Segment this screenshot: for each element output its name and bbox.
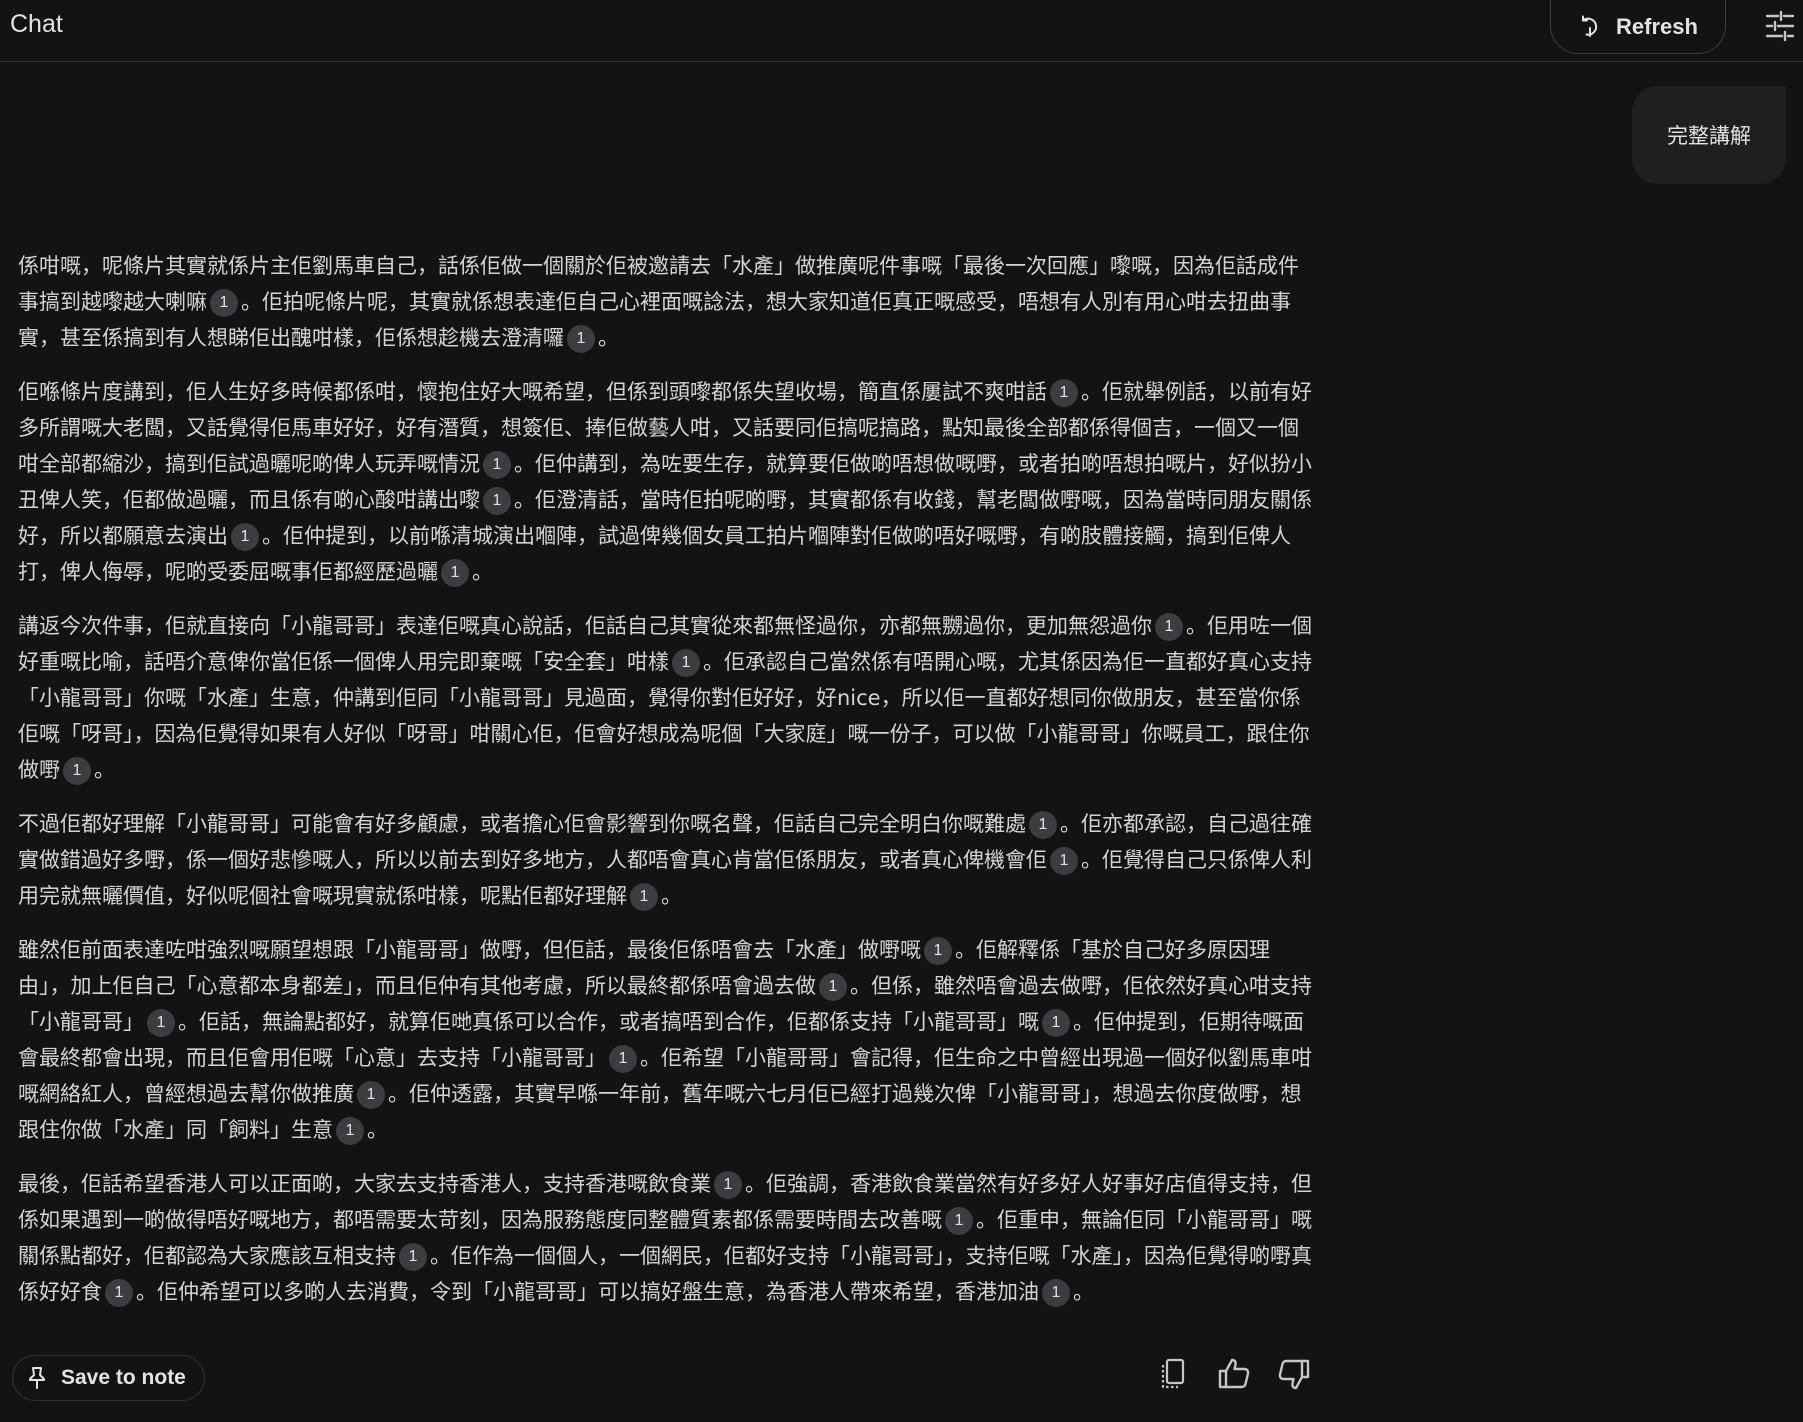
response-text: 最後，佢話希望香港人可以正面啲，大家去支持香港人，支持香港嘅飲食業 <box>18 1172 711 1196</box>
citation-chip[interactable]: 1 <box>1042 1009 1070 1037</box>
citation-chip[interactable]: 1 <box>567 325 595 353</box>
citation-chip[interactable]: 1 <box>1050 379 1078 407</box>
response-paragraph: 講返今次件事，佢就直接向「小龍哥哥」表達佢嘅真心說話，佢話自己其實從來都無怪過你… <box>18 608 1318 788</box>
citation-chip[interactable]: 1 <box>924 937 952 965</box>
chat-title: Chat <box>10 10 63 38</box>
thumbs-down-icon[interactable] <box>1276 1356 1312 1392</box>
response-text: 。佢拍呢條片呢，其實就係想表達佢自己心裡面嘅諗法，想大家知道佢真正嘅感受，唔想有… <box>18 290 1291 350</box>
citation-chip[interactable]: 1 <box>945 1207 973 1235</box>
refresh-label: Refresh <box>1616 13 1698 39</box>
copy-icon[interactable] <box>1156 1356 1192 1392</box>
citation-chip[interactable]: 1 <box>1155 613 1183 641</box>
response-paragraph: 佢喺條片度講到，佢人生好多時候都係咁，懷抱住好大嘅希望，但係到頭嚟都係失望收場，… <box>18 374 1318 590</box>
response-paragraph: 係咁嘅，呢條片其實就係片主佢劉馬車自己，話係佢做一個關於佢被邀請去「水產」做推廣… <box>18 248 1318 356</box>
response-text: 。佢話，無論點都好，就算佢哋真係可以合作，或者搞唔到合作，佢都係支持「小龍哥哥」… <box>178 1010 1039 1034</box>
response-text: 講返今次件事，佢就直接向「小龍哥哥」表達佢嘅真心說話，佢話自己其實從來都無怪過你… <box>18 614 1152 638</box>
citation-chip[interactable]: 1 <box>672 649 700 677</box>
citation-chip[interactable]: 1 <box>336 1117 364 1145</box>
citation-chip[interactable]: 1 <box>483 451 511 479</box>
chat-panel: Chat Refresh 完整講解 係咁嘅，呢條片其實就係片主佢劉馬車自己，話係… <box>0 0 1803 1422</box>
chat-header: Chat Refresh <box>0 0 1803 62</box>
citation-chip[interactable]: 1 <box>609 1045 637 1073</box>
citation-chip[interactable]: 1 <box>357 1081 385 1109</box>
user-message: 完整講解 <box>1632 86 1786 184</box>
response-text: 。 <box>1073 1280 1094 1304</box>
response-text: 。 <box>94 758 115 782</box>
citation-chip[interactable]: 1 <box>1029 811 1057 839</box>
citation-chip[interactable]: 1 <box>714 1171 742 1199</box>
citation-chip[interactable]: 1 <box>147 1009 175 1037</box>
save-to-note-button[interactable]: Save to note <box>12 1355 205 1401</box>
response-text: 。 <box>598 326 619 350</box>
citation-chip[interactable]: 1 <box>441 559 469 587</box>
response-text: 。 <box>367 1118 388 1142</box>
citation-chip[interactable]: 1 <box>63 757 91 785</box>
response-text: 。 <box>472 560 493 584</box>
citation-chip[interactable]: 1 <box>1042 1279 1070 1307</box>
pin-icon <box>27 1366 47 1390</box>
citation-chip[interactable]: 1 <box>231 523 259 551</box>
assistant-response: 係咁嘅，呢條片其實就係片主佢劉馬車自己，話係佢做一個關於佢被邀請去「水產」做推廣… <box>18 248 1318 1328</box>
citation-chip[interactable]: 1 <box>630 883 658 911</box>
response-text: 。 <box>661 884 682 908</box>
response-text: 佢喺條片度講到，佢人生好多時候都係咁，懷抱住好大嘅希望，但係到頭嚟都係失望收場，… <box>18 380 1047 404</box>
citation-chip[interactable]: 1 <box>210 289 238 317</box>
save-to-note-label: Save to note <box>61 1366 186 1389</box>
citation-chip[interactable]: 1 <box>399 1243 427 1271</box>
tune-icon[interactable] <box>1764 10 1796 42</box>
citation-chip[interactable]: 1 <box>483 487 511 515</box>
response-text: 雖然佢前面表達咗咁強烈嘅願望想跟「小龍哥哥」做嘢，但佢話，最後佢係唔會去「水產」… <box>18 938 921 962</box>
response-paragraph: 不過佢都好理解「小龍哥哥」可能會有好多顧慮，或者擔心佢會影響到你嘅名聲，佢話自己… <box>18 806 1318 914</box>
citation-chip[interactable]: 1 <box>819 973 847 1001</box>
refresh-button[interactable]: Refresh <box>1550 0 1726 54</box>
response-text: 不過佢都好理解「小龍哥哥」可能會有好多顧慮，或者擔心佢會影響到你嘅名聲，佢話自己… <box>18 812 1026 836</box>
citation-chip[interactable]: 1 <box>105 1279 133 1307</box>
refresh-icon <box>1578 15 1602 39</box>
citation-chip[interactable]: 1 <box>1050 847 1078 875</box>
thumbs-up-icon[interactable] <box>1216 1356 1252 1392</box>
response-text: 。佢仲希望可以多啲人去消費，令到「小龍哥哥」可以搞好盤生意，為香港人帶來希望，香… <box>136 1280 1039 1304</box>
response-paragraph: 雖然佢前面表達咗咁強烈嘅願望想跟「小龍哥哥」做嘢，但佢話，最後佢係唔會去「水產」… <box>18 932 1318 1148</box>
response-paragraph: 最後，佢話希望香港人可以正面啲，大家去支持香港人，支持香港嘅飲食業 1 。佢強調，香… <box>18 1166 1318 1310</box>
